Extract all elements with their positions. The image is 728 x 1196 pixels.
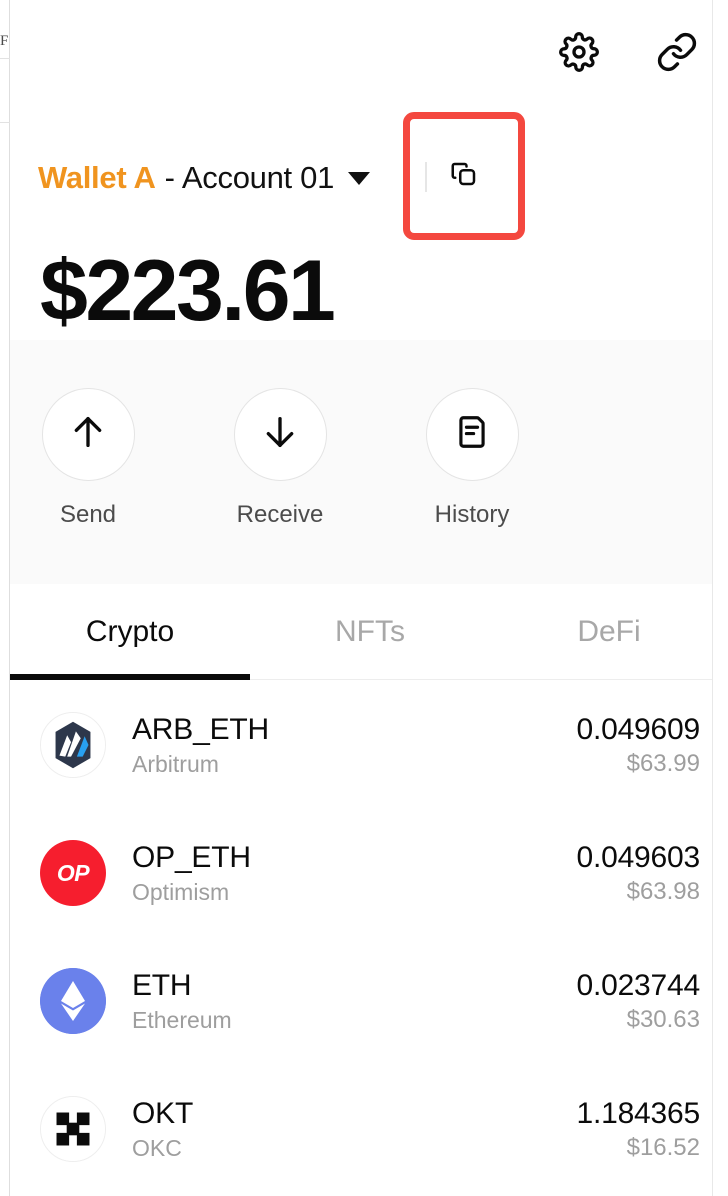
tab-defi-label: DeFi (577, 614, 641, 648)
send-button-circle (41, 388, 135, 481)
table-row[interactable]: ETH Ethereum 0.023744 $30.63 (10, 937, 728, 1065)
scrollbar-thumb[interactable] (715, 2, 726, 472)
token-network: Optimism (132, 878, 230, 905)
token-info: ETH Ethereum (132, 969, 576, 1033)
send-button[interactable]: Send (40, 388, 136, 529)
history-button-label: History (434, 501, 510, 528)
total-balance: $223.61 (40, 243, 336, 339)
token-network: Arbitrum (132, 750, 219, 777)
tab-nfts[interactable]: NFTs (250, 584, 490, 680)
link-icon[interactable] (654, 29, 700, 75)
document-icon (453, 413, 491, 456)
account-separator: - (164, 160, 175, 195)
okc-logo-icon (40, 1096, 106, 1162)
arrow-down-icon (260, 412, 300, 457)
token-fiat-value: $16.52 (626, 1134, 700, 1162)
gear-icon[interactable] (556, 29, 602, 75)
token-symbol: ETH (132, 969, 192, 1003)
token-values: 0.049609 $63.99 (576, 713, 700, 778)
table-row[interactable]: ARB_ETH Arbitrum 0.049609 $63.99 (10, 681, 728, 809)
token-symbol: OP_ETH (132, 841, 251, 875)
background-page-text: F (0, 33, 9, 49)
send-button-label: Send (59, 501, 117, 528)
token-values: 0.049603 $63.98 (576, 841, 700, 906)
token-amount: 0.023744 (576, 968, 700, 1002)
receive-button[interactable]: Receive (232, 388, 328, 529)
token-symbol: OKT (132, 1097, 194, 1131)
quick-actions-bar: Send Receive History (10, 340, 728, 584)
account-selector[interactable]: Wallet A - Account 01 (38, 160, 371, 196)
token-values: 1.184365 $16.52 (576, 1097, 700, 1162)
token-info: OP_ETH Optimism (132, 841, 576, 905)
token-symbol: ARB_ETH (132, 713, 269, 747)
table-row[interactable]: OKT OKC 1.184365 $16.52 (10, 1065, 728, 1193)
background-page-divider (0, 122, 10, 123)
token-list[interactable]: ARB_ETH Arbitrum 0.049609 $63.99 OP OP_E… (10, 681, 728, 1196)
tab-nfts-label: NFTs (335, 614, 405, 648)
token-network: Ethereum (132, 1006, 232, 1033)
tab-crypto[interactable]: Crypto (10, 584, 250, 680)
top-icon-bar (10, 0, 728, 104)
account-row: Wallet A - Account 01 (38, 156, 371, 200)
background-page-sliver: F (0, 0, 10, 1196)
token-fiat-value: $30.63 (626, 1006, 700, 1034)
optimism-logo-icon: OP (40, 840, 106, 906)
token-info: ARB_ETH Arbitrum (132, 713, 576, 777)
optimism-logo-text: OP (56, 859, 90, 886)
asset-tabs: Crypto NFTs DeFi (10, 584, 728, 680)
token-fiat-value: $63.99 (626, 750, 700, 778)
token-fiat-value: $63.98 (626, 878, 700, 906)
copy-button-highlight-box (403, 112, 525, 240)
wallet-name: Wallet A (38, 160, 156, 195)
ethereum-logo-icon (40, 968, 106, 1034)
token-amount: 0.049609 (576, 712, 700, 746)
scrollbar-track[interactable] (712, 0, 728, 1196)
tab-crypto-label: Crypto (85, 614, 175, 648)
arrow-up-icon (68, 412, 108, 457)
token-network: OKC (132, 1134, 182, 1161)
background-page-divider (0, 58, 10, 59)
account-name: Account 01 (181, 160, 335, 195)
receive-button-label: Receive (236, 501, 324, 528)
tab-defi[interactable]: DeFi (490, 584, 728, 680)
history-button-circle (425, 388, 519, 481)
token-amount: 0.049603 (576, 840, 700, 874)
chevron-down-icon (348, 171, 371, 185)
table-row[interactable]: OP OP_ETH Optimism 0.049603 $63.98 (10, 809, 728, 937)
token-amount: 1.184365 (576, 1096, 700, 1130)
token-info: OKT OKC (132, 1097, 576, 1161)
history-button[interactable]: History (424, 388, 520, 529)
account-header: Wallet A - Account 01 $223.61 (10, 104, 728, 340)
receive-button-circle (233, 388, 327, 481)
token-values: 0.023744 $30.63 (576, 969, 700, 1034)
wallet-popup: Wallet A - Account 01 $223.61 Send Recei… (10, 0, 728, 1196)
arbitrum-logo-icon (40, 712, 106, 778)
